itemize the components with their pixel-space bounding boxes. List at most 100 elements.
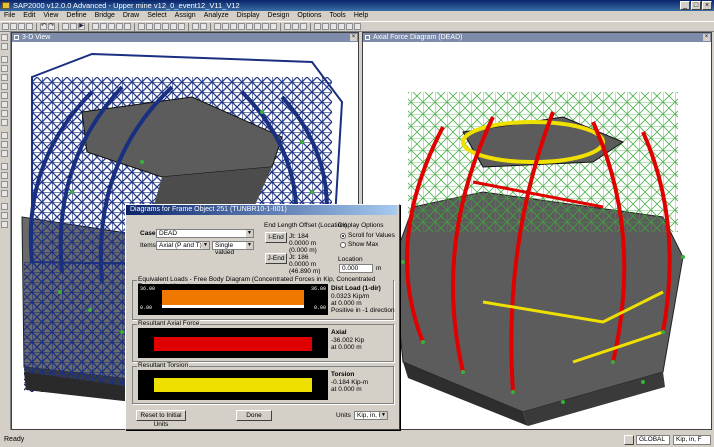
- pane-close-icon[interactable]: ×: [350, 34, 357, 41]
- close-button[interactable]: ×: [702, 1, 712, 10]
- show-undeformed-icon[interactable]: [254, 23, 261, 30]
- set-display-icon[interactable]: [214, 23, 221, 30]
- menu-tools[interactable]: Tools: [325, 11, 349, 21]
- snap-points-icon[interactable]: [1, 203, 8, 210]
- deformed-shape-icon[interactable]: [230, 23, 237, 30]
- frame-icon[interactable]: [314, 23, 321, 30]
- new-file-icon[interactable]: [2, 23, 9, 30]
- pointer-icon[interactable]: [1, 34, 8, 41]
- run-analysis-icon[interactable]: ▶: [78, 23, 85, 30]
- perspective-icon[interactable]: [178, 23, 185, 30]
- clear-selection-icon[interactable]: [1, 181, 8, 188]
- undo-icon[interactable]: ↶: [40, 23, 47, 30]
- units-status-select[interactable]: Kip, in, F: [673, 435, 711, 445]
- menu-define[interactable]: Define: [62, 11, 90, 21]
- menu-analyze[interactable]: Analyze: [200, 11, 233, 21]
- location-input[interactable]: 0.000: [339, 264, 373, 273]
- quick-frame-icon[interactable]: [1, 74, 8, 81]
- menu-help[interactable]: Help: [350, 11, 372, 21]
- forces-icon[interactable]: [238, 23, 245, 30]
- menu-file[interactable]: File: [0, 11, 19, 21]
- menu-select[interactable]: Select: [143, 11, 170, 21]
- zoom-window-icon[interactable]: [108, 23, 115, 30]
- zoom-out-icon[interactable]: [100, 23, 107, 30]
- menu-bridge[interactable]: Bridge: [91, 11, 119, 21]
- draw-section-cut-icon[interactable]: [1, 141, 8, 148]
- jend-button[interactable]: J-End: [265, 253, 287, 264]
- torsion-plot: [138, 370, 328, 400]
- up-arrow-icon[interactable]: [192, 23, 199, 30]
- maximize-button[interactable]: □: [691, 1, 701, 10]
- link-icon[interactable]: [338, 23, 345, 30]
- snap-intersect-icon[interactable]: [1, 221, 8, 228]
- draw-rect-area-icon[interactable]: [1, 110, 8, 117]
- coord-arrow-icon[interactable]: [624, 435, 634, 445]
- scroll-values-radio[interactable]: [340, 233, 346, 239]
- view-xz-icon[interactable]: [154, 23, 161, 30]
- design-icon[interactable]: [354, 23, 361, 30]
- done-button[interactable]: Done: [236, 410, 272, 421]
- draw-brace-icon[interactable]: [1, 83, 8, 90]
- view-xy-icon[interactable]: [146, 23, 153, 30]
- menu-options[interactable]: Options: [293, 11, 325, 21]
- save-icon[interactable]: [18, 23, 25, 30]
- shell-icon[interactable]: [322, 23, 329, 30]
- menu-display[interactable]: Display: [233, 11, 264, 21]
- tendon-icon[interactable]: [346, 23, 353, 30]
- draw-dimension-icon[interactable]: [1, 150, 8, 157]
- print-icon[interactable]: [26, 23, 33, 30]
- refresh-icon[interactable]: [62, 23, 69, 30]
- open-folder-icon[interactable]: [10, 23, 17, 30]
- menu-view[interactable]: View: [39, 11, 62, 21]
- stress-icon[interactable]: [246, 23, 253, 30]
- menu-draw[interactable]: Draw: [119, 11, 143, 21]
- valued-value: Single valued: [215, 242, 235, 256]
- show-max-radio[interactable]: [340, 242, 346, 248]
- zoom-prev-icon[interactable]: [116, 23, 123, 30]
- draw-solid-icon[interactable]: [1, 132, 8, 139]
- dist-load-location: at 0.000 m: [331, 300, 362, 307]
- items-select[interactable]: Axial (P and T) ▼: [156, 241, 210, 250]
- menu-design[interactable]: Design: [264, 11, 294, 21]
- view-3d-icon[interactable]: [138, 23, 145, 30]
- axial-title: Resultant Axial Force: [137, 320, 201, 327]
- show-loads-icon[interactable]: [262, 23, 269, 30]
- iend-button[interactable]: I-End: [265, 232, 287, 243]
- view-pane-axial[interactable]: Axial Force Diagram (DEAD) ×: [362, 32, 712, 430]
- draw-frame-icon[interactable]: [1, 65, 8, 72]
- draw-area-icon[interactable]: [1, 101, 8, 108]
- menu-edit[interactable]: Edit: [19, 11, 39, 21]
- valued-select[interactable]: Single valued ▼: [212, 241, 254, 256]
- shadow-icon[interactable]: [222, 23, 229, 30]
- pan-icon[interactable]: [124, 23, 131, 30]
- rotate-icon[interactable]: [170, 23, 177, 30]
- units-select[interactable]: Kip, in, F ▼: [354, 411, 388, 420]
- pane-close-icon[interactable]: ×: [703, 34, 710, 41]
- down-arrow-icon[interactable]: [200, 23, 207, 30]
- axial-force-bar: [154, 337, 312, 351]
- torsion-title: Resultant Torsion: [137, 362, 190, 369]
- draw-link-icon[interactable]: [1, 92, 8, 99]
- case-select[interactable]: DEAD ▼: [156, 229, 254, 238]
- xz-plane-icon[interactable]: [292, 23, 299, 30]
- lock-icon[interactable]: [70, 23, 77, 30]
- zoom-in-icon[interactable]: [92, 23, 99, 30]
- reset-units-button[interactable]: Reset to Initial Units: [136, 410, 186, 428]
- reshape-icon[interactable]: [1, 43, 8, 50]
- yz-plane-icon[interactable]: [300, 23, 307, 30]
- coord-system-select[interactable]: GLOBAL: [636, 435, 670, 445]
- snap-ends-icon[interactable]: [1, 212, 8, 219]
- section-cut-icon[interactable]: [330, 23, 337, 30]
- get-previous-icon[interactable]: [1, 172, 8, 179]
- menu-assign[interactable]: Assign: [171, 11, 200, 21]
- intersecting-line-icon[interactable]: [1, 190, 8, 197]
- view-yz-icon[interactable]: [162, 23, 169, 30]
- draw-joint-icon[interactable]: [1, 56, 8, 63]
- xy-plane-icon[interactable]: [284, 23, 291, 30]
- redo-icon[interactable]: ↷: [48, 23, 55, 30]
- frame-diagram-dialog: Diagrams for Frame Object 251 (TUNBR10-1…: [125, 204, 400, 430]
- minimize-button[interactable]: _: [680, 1, 690, 10]
- quick-area-icon[interactable]: [1, 119, 8, 126]
- select-all-icon[interactable]: [1, 163, 8, 170]
- show-table-icon[interactable]: [270, 23, 277, 30]
